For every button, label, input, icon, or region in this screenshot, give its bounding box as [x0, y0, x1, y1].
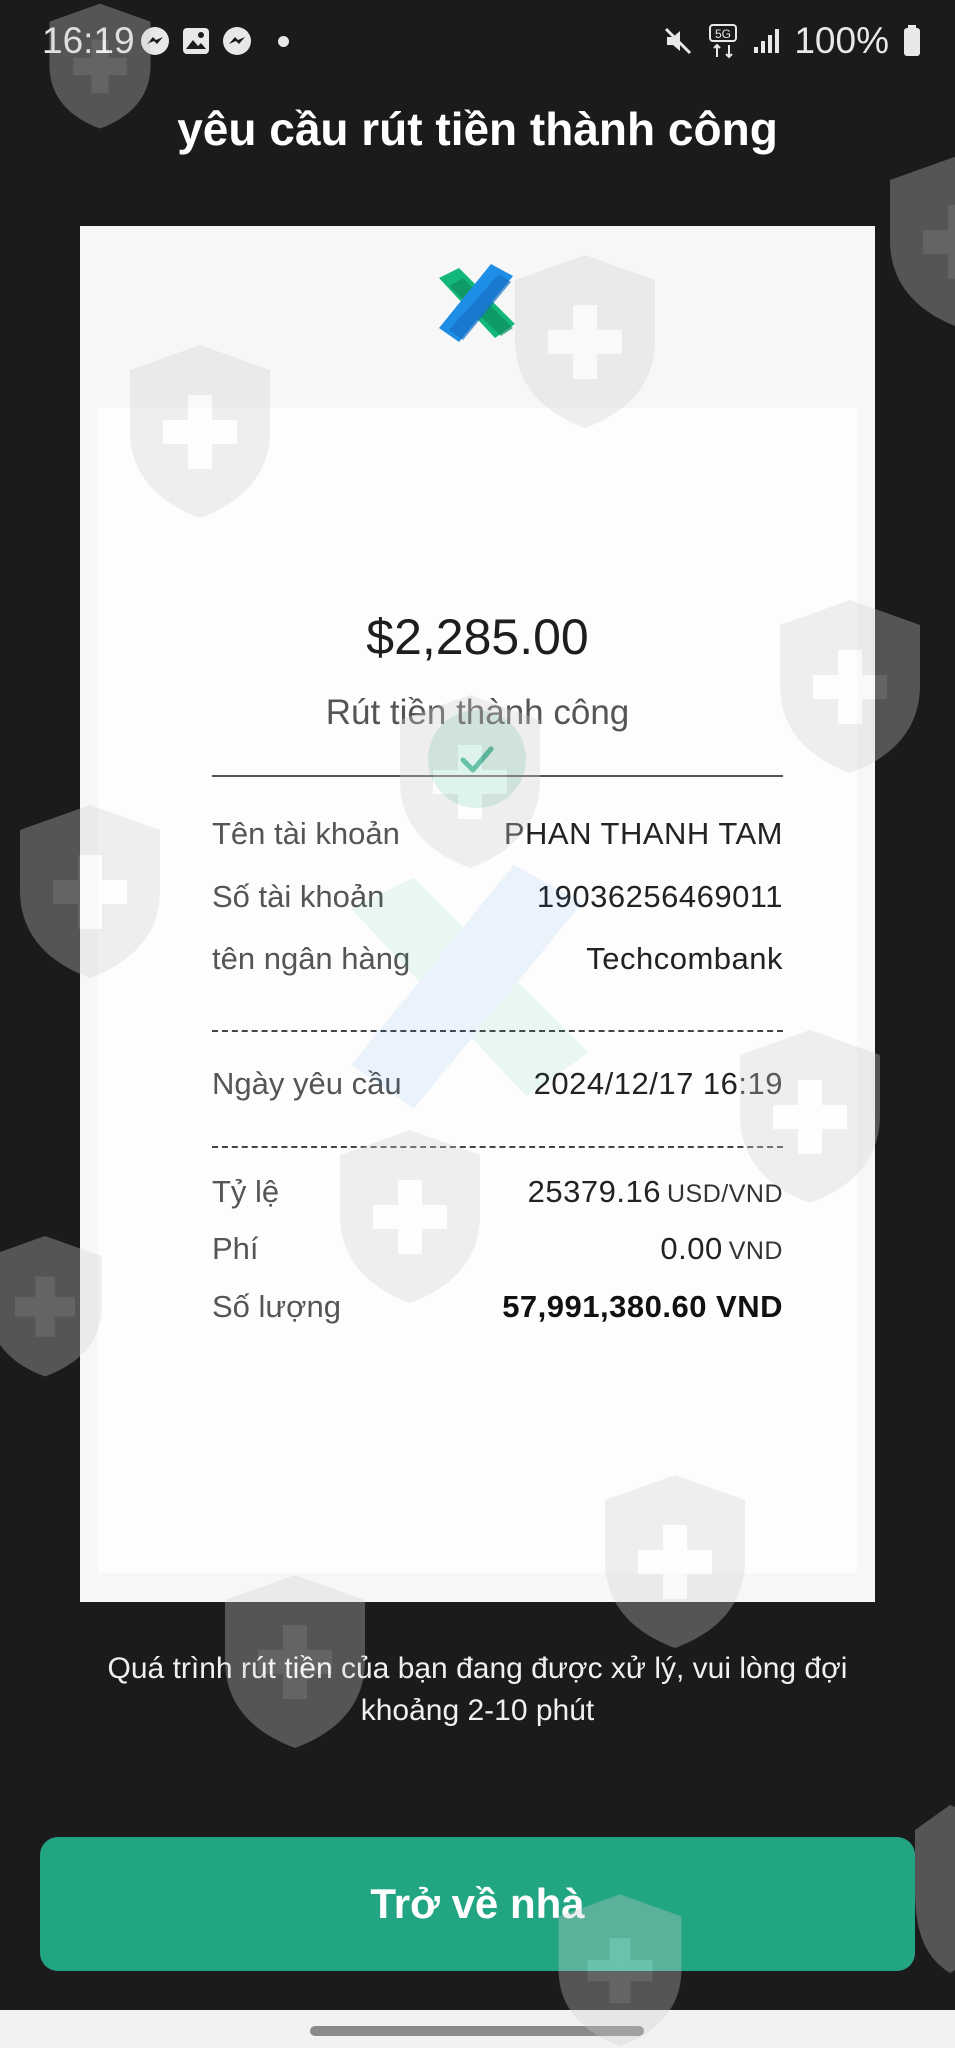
quantity-label: Số lượng	[212, 1289, 341, 1324]
request-date-label: Ngày yêu cầu	[212, 1066, 402, 1101]
processing-note: Quá trình rút tiền của bạn đang được xử …	[107, 1652, 848, 1727]
gallery-icon	[183, 28, 209, 54]
messenger-icon	[223, 27, 251, 55]
rate-label: Tỷ lệ	[212, 1174, 280, 1209]
5g-icon: 5G	[709, 24, 738, 59]
status-bar: 16:19 5G 100%	[0, 0, 955, 84]
row-account-number: Số tài khoản 19036256469011	[212, 879, 783, 915]
page-title: yêu cầu rút tiền thành công	[177, 103, 778, 155]
row-request-date: Ngày yêu cầu 2024/12/17 16:19	[212, 1066, 783, 1102]
row-fee: Phí 0.00 VND	[212, 1231, 783, 1267]
mute-icon	[665, 27, 692, 55]
row-rate: Tỷ lệ 25379.16 USD/VND	[212, 1174, 783, 1210]
battery-percentage: 100%	[794, 20, 889, 61]
withdrawal-amount: $2,285.00	[366, 609, 589, 665]
row-bank-name: tên ngân hàng Techcombank	[212, 941, 783, 977]
quantity-value: 57,991,380.60 VND	[502, 1289, 783, 1324]
row-quantity: Số lượng 57,991,380.60 VND	[212, 1289, 783, 1325]
shield-watermark-icon	[890, 156, 955, 326]
divider	[212, 775, 783, 777]
account-number-label: Số tài khoản	[212, 879, 385, 914]
signal-icon	[754, 29, 780, 53]
dashed-divider	[212, 1030, 783, 1032]
account-number-value: 19036256469011	[536, 879, 783, 914]
receipt-content: $2,285.00 Rút tiền thành công Tên tài kh…	[98, 408, 857, 1573]
shield-watermark-icon	[915, 1805, 955, 1973]
bank-name-label: tên ngân hàng	[212, 941, 411, 976]
bank-name-value: Techcombank	[586, 941, 783, 976]
messenger-icon	[141, 27, 169, 55]
status-time: 16:19	[42, 20, 135, 61]
request-date-value: 2024/12/17 16:19	[533, 1066, 783, 1101]
rate-unit: USD/VND	[666, 1180, 783, 1208]
account-name-label: Tên tài khoản	[212, 816, 400, 851]
home-gesture-handle[interactable]	[310, 2026, 644, 2036]
svg-text:5G: 5G	[715, 27, 731, 41]
back-home-button[interactable]: Trở về nhà	[40, 1837, 915, 1971]
withdrawal-status: Rút tiền thành công	[325, 693, 630, 732]
row-account-name: Tên tài khoản PHAN THANH TAM	[212, 816, 783, 852]
account-name-value: PHAN THANH TAM	[503, 816, 783, 851]
fee-unit: VND	[728, 1237, 783, 1265]
fee-value: 0.00	[660, 1231, 723, 1266]
fee-label: Phí	[212, 1231, 259, 1266]
battery-icon	[904, 25, 920, 56]
notification-dot	[278, 35, 289, 47]
system-nav-bar	[0, 2010, 955, 2048]
brand-logo	[439, 264, 515, 342]
dashed-divider	[212, 1146, 783, 1148]
rate-value: 25379.16	[527, 1174, 661, 1209]
